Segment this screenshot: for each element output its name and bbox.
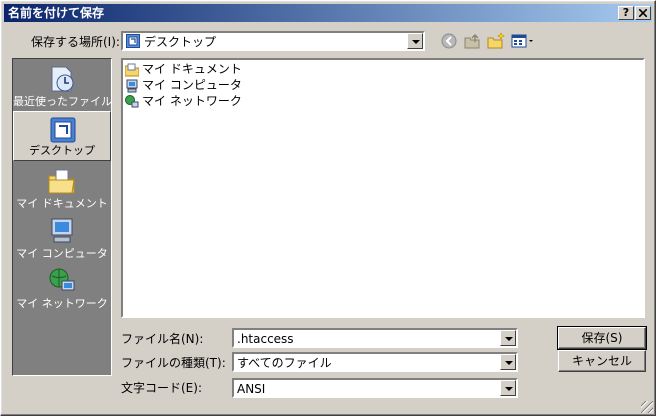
my-computer-icon [51, 218, 73, 243]
places-bar: 最近使ったファイル デスクトップ マイ ドキュメント マイ コンピュータ マイ … [12, 58, 112, 376]
desktop-icon [126, 34, 140, 48]
save-in-label: 保存する場所(I): [31, 35, 120, 49]
filename-value: .htaccess [237, 332, 294, 346]
filetype-label: ファイルの種類(T): [121, 356, 226, 370]
save-in-value: デスクトップ [144, 35, 217, 49]
view-menu-button[interactable] [511, 32, 535, 50]
my-documents-icon [48, 169, 75, 194]
save-as-dialog: 名前を付けて保存 ? 保存する場所(I): デスクトップ 最近使ったファイル デ… [0, 0, 656, 416]
dialog-title: 名前を付けて保存 [8, 6, 105, 20]
recent-documents-icon [51, 66, 74, 92]
encoding-value: ANSI [237, 382, 266, 396]
place-label: マイ ドキュメント [16, 197, 108, 210]
back-arrow-icon [441, 33, 457, 49]
save-in-combo[interactable]: デスクトップ [121, 31, 425, 51]
encoding-dropdown-button[interactable] [500, 380, 516, 396]
folder-icon [125, 63, 139, 76]
list-item[interactable]: マイ ネットワーク [125, 93, 242, 109]
close-button[interactable] [635, 6, 651, 20]
file-list[interactable]: マイ ドキュメント マイ コンピュータ マイ ネットワーク [121, 58, 645, 318]
network-icon [125, 94, 139, 107]
place-my-computer[interactable]: マイ コンピュータ [13, 213, 111, 263]
up-folder-button[interactable] [463, 32, 483, 50]
file-name: マイ ドキュメント [142, 62, 242, 76]
place-label: マイ コンピュータ [16, 247, 108, 260]
place-label: マイ ネットワーク [16, 297, 108, 310]
close-icon [638, 8, 648, 18]
place-recent-documents[interactable]: 最近使ったファイル [13, 61, 112, 111]
place-my-documents[interactable]: マイ ドキュメント [13, 163, 111, 213]
filename-dropdown-button[interactable] [500, 330, 516, 346]
filetype-dropdown-button[interactable] [500, 354, 516, 370]
save-button[interactable]: 保存(S) [557, 326, 647, 350]
encoding-label: 文字コード(E): [121, 381, 202, 395]
file-name: マイ コンピュータ [142, 78, 242, 92]
filetype-value: すべてのファイル [237, 356, 332, 370]
list-item[interactable]: マイ コンピュータ [125, 77, 242, 93]
my-network-icon [49, 268, 75, 291]
filename-input[interactable]: .htaccess [232, 328, 518, 348]
title-bar[interactable]: 名前を付けて保存 ? [4, 4, 652, 22]
filename-label: ファイル名(N): [121, 332, 204, 346]
help-button[interactable]: ? [618, 6, 634, 20]
new-folder-button[interactable] [487, 32, 507, 50]
back-button[interactable] [440, 32, 460, 50]
view-menu-icon [511, 34, 533, 48]
save-in-dropdown-button[interactable] [407, 33, 423, 49]
up-folder-icon [464, 33, 480, 49]
resize-grip[interactable] [641, 401, 653, 413]
computer-icon [126, 79, 138, 92]
file-name: マイ ネットワーク [142, 94, 242, 108]
list-item[interactable]: マイ ドキュメント [125, 61, 242, 77]
new-folder-icon [487, 32, 505, 49]
encoding-select[interactable]: ANSI [232, 378, 518, 398]
place-my-network[interactable]: マイ ネットワーク [13, 263, 111, 313]
place-label: デスクトップ [29, 144, 95, 157]
desktop-icon [50, 117, 76, 143]
place-desktop[interactable]: デスクトップ [13, 111, 111, 161]
place-label: 最近使ったファイル [13, 95, 112, 108]
filetype-select[interactable]: すべてのファイル [232, 352, 518, 372]
cancel-button[interactable]: キャンセル [558, 350, 646, 372]
